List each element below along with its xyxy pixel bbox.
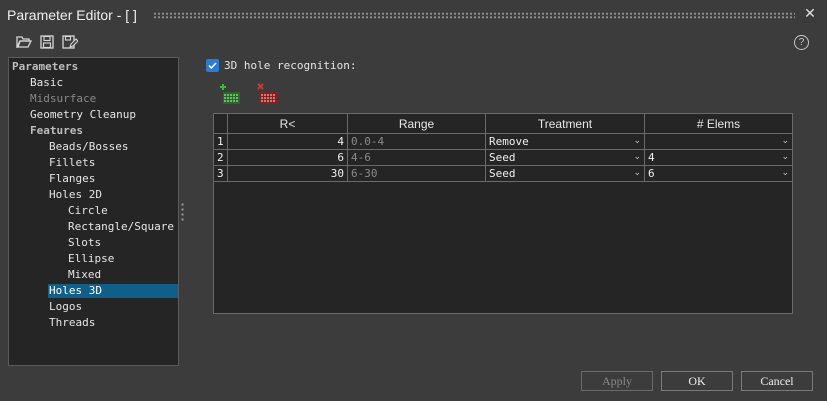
tree-item-ellipse[interactable]: Ellipse	[68, 252, 114, 266]
tree-item-features[interactable]: Features	[30, 124, 83, 138]
chevron-down-icon[interactable]: ⌄	[781, 166, 789, 181]
parameter-tree[interactable]: Parameters Basic Midsurface Geometry Cle…	[8, 57, 179, 366]
delete-row-icon[interactable]	[256, 83, 277, 105]
hole-recognition-checkbox[interactable]	[206, 59, 219, 72]
r-cell[interactable]: 4	[228, 134, 348, 150]
cancel-button[interactable]: Cancel	[741, 371, 813, 391]
title-bar[interactable]: Parameter Editor - [ ] ✕	[0, 0, 827, 30]
chevron-down-icon[interactable]: ⌄	[781, 150, 789, 165]
r-cell[interactable]: 6	[228, 150, 348, 166]
row-number[interactable]: 3	[214, 166, 228, 182]
tree-item-flanges[interactable]: Flanges	[49, 172, 95, 186]
window-title: Parameter Editor - [ ]	[7, 7, 137, 23]
chevron-down-icon[interactable]: ⌄	[633, 166, 641, 181]
save-icon[interactable]	[39, 35, 55, 49]
close-icon[interactable]: ✕	[802, 6, 818, 22]
column-header-treatment[interactable]: Treatment	[486, 114, 645, 134]
elems-select[interactable]: 4 ⌄	[645, 150, 792, 166]
tree-item-circle[interactable]: Circle	[68, 204, 108, 218]
treatment-value: Remove	[489, 135, 529, 148]
column-header-range[interactable]: Range	[348, 114, 486, 134]
elems-value: 4	[648, 151, 655, 164]
chevron-down-icon[interactable]: ⌄	[633, 150, 641, 165]
checkmark-icon	[208, 62, 217, 70]
tree-item-holes-2d[interactable]: Holes 2D	[49, 188, 102, 202]
holes-table[interactable]: R< Range Treatment # Elems 1 4 0.0-4 Rem…	[213, 113, 793, 314]
column-header-elems[interactable]: # Elems	[645, 114, 792, 134]
elems-value: 6	[648, 167, 655, 180]
tree-item-geometry-cleanup[interactable]: Geometry Cleanup	[30, 108, 136, 122]
tree-item-holes-3d[interactable]: Holes 3D	[48, 284, 178, 298]
treatment-value: Seed	[489, 151, 516, 164]
range-cell: 4-6	[348, 150, 486, 166]
row-number[interactable]: 1	[214, 134, 228, 150]
save-as-icon[interactable]	[62, 35, 79, 49]
add-row-icon[interactable]	[219, 83, 240, 105]
treatment-value: Seed	[489, 167, 516, 180]
treatment-select[interactable]: Remove ⌄	[486, 134, 645, 150]
help-icon[interactable]: ?	[794, 35, 809, 50]
tree-item-mixed[interactable]: Mixed	[68, 268, 101, 282]
tree-item-logos[interactable]: Logos	[49, 300, 82, 314]
tree-item-basic[interactable]: Basic	[30, 76, 63, 90]
folder-open-icon[interactable]	[15, 35, 33, 49]
panel-splitter[interactable]	[181, 202, 184, 222]
ok-button[interactable]: OK	[661, 371, 733, 391]
table-corner-header[interactable]	[214, 114, 228, 134]
range-cell: 6-30	[348, 166, 486, 182]
apply-button[interactable]: Apply	[581, 371, 653, 391]
tree-item-parameters[interactable]: Parameters	[12, 60, 172, 74]
chevron-down-icon[interactable]: ⌄	[633, 134, 641, 149]
title-bar-grip[interactable]	[153, 12, 795, 19]
tree-item-beads-bosses[interactable]: Beads/Bosses	[49, 140, 128, 154]
tree-item-midsurface: Midsurface	[30, 92, 97, 105]
tree-item-slots[interactable]: Slots	[68, 236, 101, 250]
tree-item-threads[interactable]: Threads	[49, 316, 95, 330]
chevron-down-icon[interactable]: ⌄	[781, 134, 789, 149]
treatment-select[interactable]: Seed ⌄	[486, 150, 645, 166]
column-header-r[interactable]: R<	[228, 114, 348, 134]
row-number[interactable]: 2	[214, 150, 228, 166]
elems-select[interactable]: ⌄	[645, 134, 792, 150]
hole-recognition-label: 3D hole recognition:	[224, 59, 357, 72]
treatment-select[interactable]: Seed ⌄	[486, 166, 645, 182]
elems-select[interactable]: 6 ⌄	[645, 166, 792, 182]
tree-item-rectangle-square[interactable]: Rectangle/Square	[68, 220, 174, 234]
r-cell[interactable]: 30	[228, 166, 348, 182]
range-cell: 0.0-4	[348, 134, 486, 150]
tree-item-fillets[interactable]: Fillets	[49, 156, 95, 170]
